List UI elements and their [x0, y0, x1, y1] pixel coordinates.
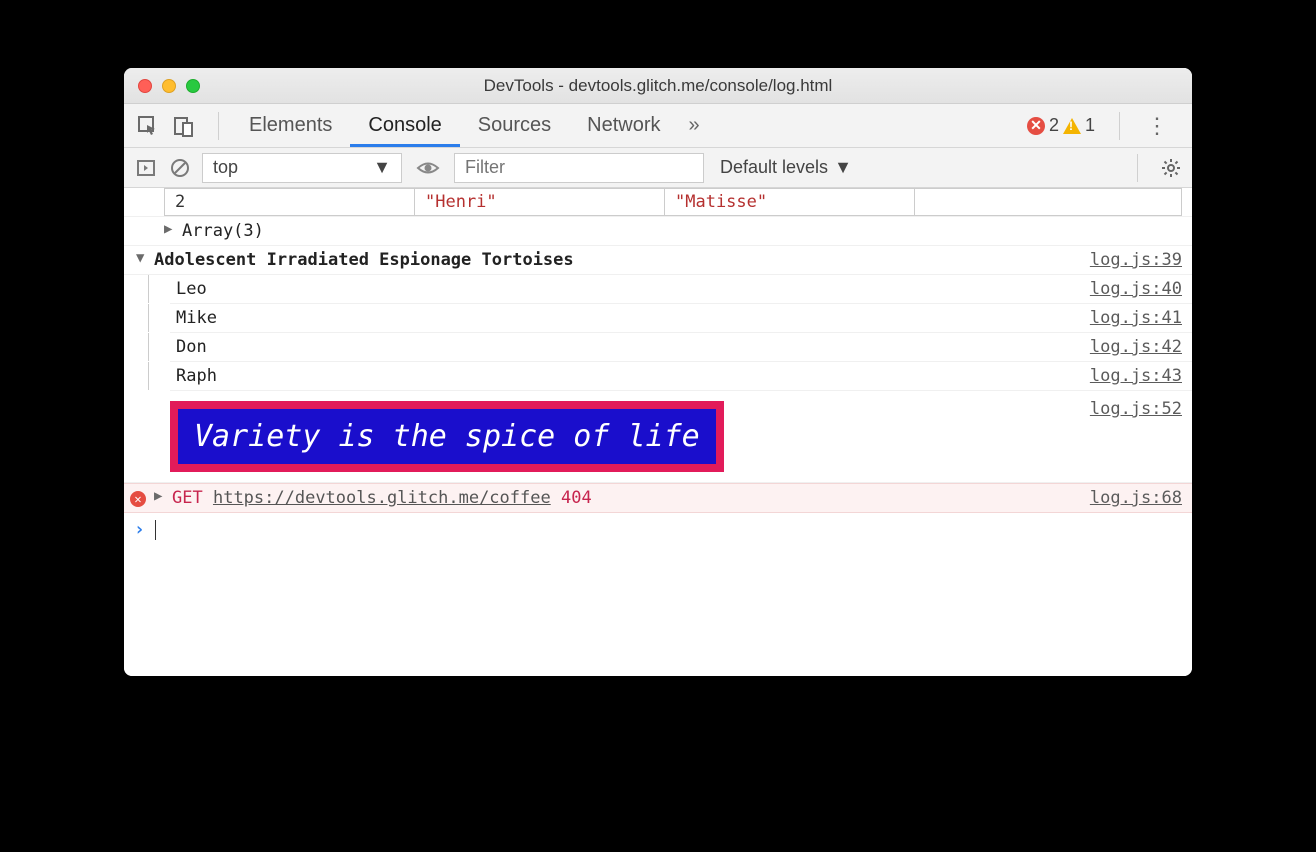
console-output: 2 "Henri" "Matisse" ▶ Array(3) ▼ Adolesc… [124, 188, 1192, 676]
source-link[interactable]: log.js:52 [1090, 399, 1182, 419]
log-text: Don [176, 337, 207, 357]
log-text: Raph [176, 366, 217, 386]
inspect-element-icon[interactable] [134, 112, 162, 140]
styled-message: Variety is the spice of life [170, 401, 724, 472]
source-link[interactable]: log.js:68 [1090, 488, 1182, 508]
group-header-row[interactable]: ▼ Adolescent Irradiated Espionage Tortoi… [124, 246, 1192, 275]
divider [218, 112, 219, 140]
error-row[interactable]: ✕ ▶ GET https://devtools.glitch.me/coffe… [124, 483, 1192, 513]
devtools-window: DevTools - devtools.glitch.me/console/lo… [124, 68, 1192, 676]
cursor [155, 520, 156, 540]
error-warning-counts[interactable]: ✕ 2 1 [1027, 115, 1095, 136]
more-tabs-icon[interactable]: » [679, 114, 710, 137]
warning-icon [1063, 118, 1081, 134]
divider [1119, 112, 1120, 140]
collapse-arrow-icon[interactable]: ▼ [136, 250, 150, 266]
context-value: top [213, 157, 238, 178]
table-row: 2 "Henri" "Matisse" [124, 188, 1192, 217]
error-count: 2 [1049, 115, 1059, 136]
levels-label: Default levels [720, 157, 828, 178]
tab-sources[interactable]: Sources [460, 104, 569, 147]
titlebar: DevTools - devtools.glitch.me/console/lo… [124, 68, 1192, 104]
error-text: GET https://devtools.glitch.me/coffee 40… [172, 488, 592, 508]
console-prompt[interactable]: › [124, 513, 1192, 546]
group-item-row: Raph log.js:43 [170, 362, 1192, 391]
http-status: 404 [561, 488, 592, 508]
source-link[interactable]: log.js:41 [1090, 308, 1182, 328]
table-cell-index: 2 [165, 189, 415, 215]
context-selector[interactable]: top ▼ [202, 153, 402, 183]
expand-arrow-icon[interactable]: ▶ [154, 488, 168, 504]
error-url[interactable]: https://devtools.glitch.me/coffee [213, 488, 551, 508]
table-cell-first: "Henri" [415, 189, 665, 215]
live-expression-icon[interactable] [412, 159, 444, 177]
tab-console[interactable]: Console [350, 104, 459, 147]
source-link[interactable]: log.js:42 [1090, 337, 1182, 357]
error-icon: ✕ [1027, 117, 1045, 135]
source-link[interactable]: log.js:39 [1090, 250, 1182, 270]
divider [1137, 154, 1138, 182]
styled-log-row: Variety is the spice of life log.js:52 [124, 391, 1192, 483]
device-toolbar-icon[interactable] [170, 112, 198, 140]
source-link[interactable]: log.js:40 [1090, 279, 1182, 299]
array-label: Array(3) [182, 221, 264, 241]
group-item-row: Leo log.js:40 [170, 275, 1192, 304]
tab-elements[interactable]: Elements [231, 104, 350, 147]
prompt-chevron-icon: › [134, 519, 145, 540]
group-title: Adolescent Irradiated Espionage Tortoise… [154, 250, 574, 270]
chevron-down-icon: ▼ [373, 157, 391, 178]
console-toolbar: top ▼ Default levels ▼ [124, 148, 1192, 188]
more-options-icon[interactable]: ⋮ [1132, 113, 1182, 139]
log-levels-selector[interactable]: Default levels ▼ [720, 157, 852, 178]
array-row[interactable]: ▶ Array(3) [124, 217, 1192, 246]
tab-network[interactable]: Network [569, 104, 678, 147]
console-sidebar-toggle-icon[interactable] [134, 156, 158, 180]
clear-console-icon[interactable] [168, 156, 192, 180]
http-method: GET [172, 488, 203, 508]
filter-input[interactable] [454, 153, 704, 183]
warning-count: 1 [1085, 115, 1095, 136]
table-cell-last: "Matisse" [665, 189, 915, 215]
log-text: Mike [176, 308, 217, 328]
window-title: DevTools - devtools.glitch.me/console/lo… [124, 76, 1192, 96]
chevron-down-icon: ▼ [834, 157, 852, 178]
group-item-row: Mike log.js:41 [170, 304, 1192, 333]
source-link[interactable]: log.js:43 [1090, 366, 1182, 386]
group-item-row: Don log.js:42 [170, 333, 1192, 362]
expand-arrow-icon[interactable]: ▶ [164, 221, 178, 237]
log-text: Leo [176, 279, 207, 299]
devtools-tabs: Elements Console Sources Network » ✕ 2 1… [124, 104, 1192, 148]
settings-gear-icon[interactable] [1160, 157, 1182, 179]
error-icon: ✕ [130, 491, 146, 507]
table-cell-empty [915, 189, 1181, 215]
